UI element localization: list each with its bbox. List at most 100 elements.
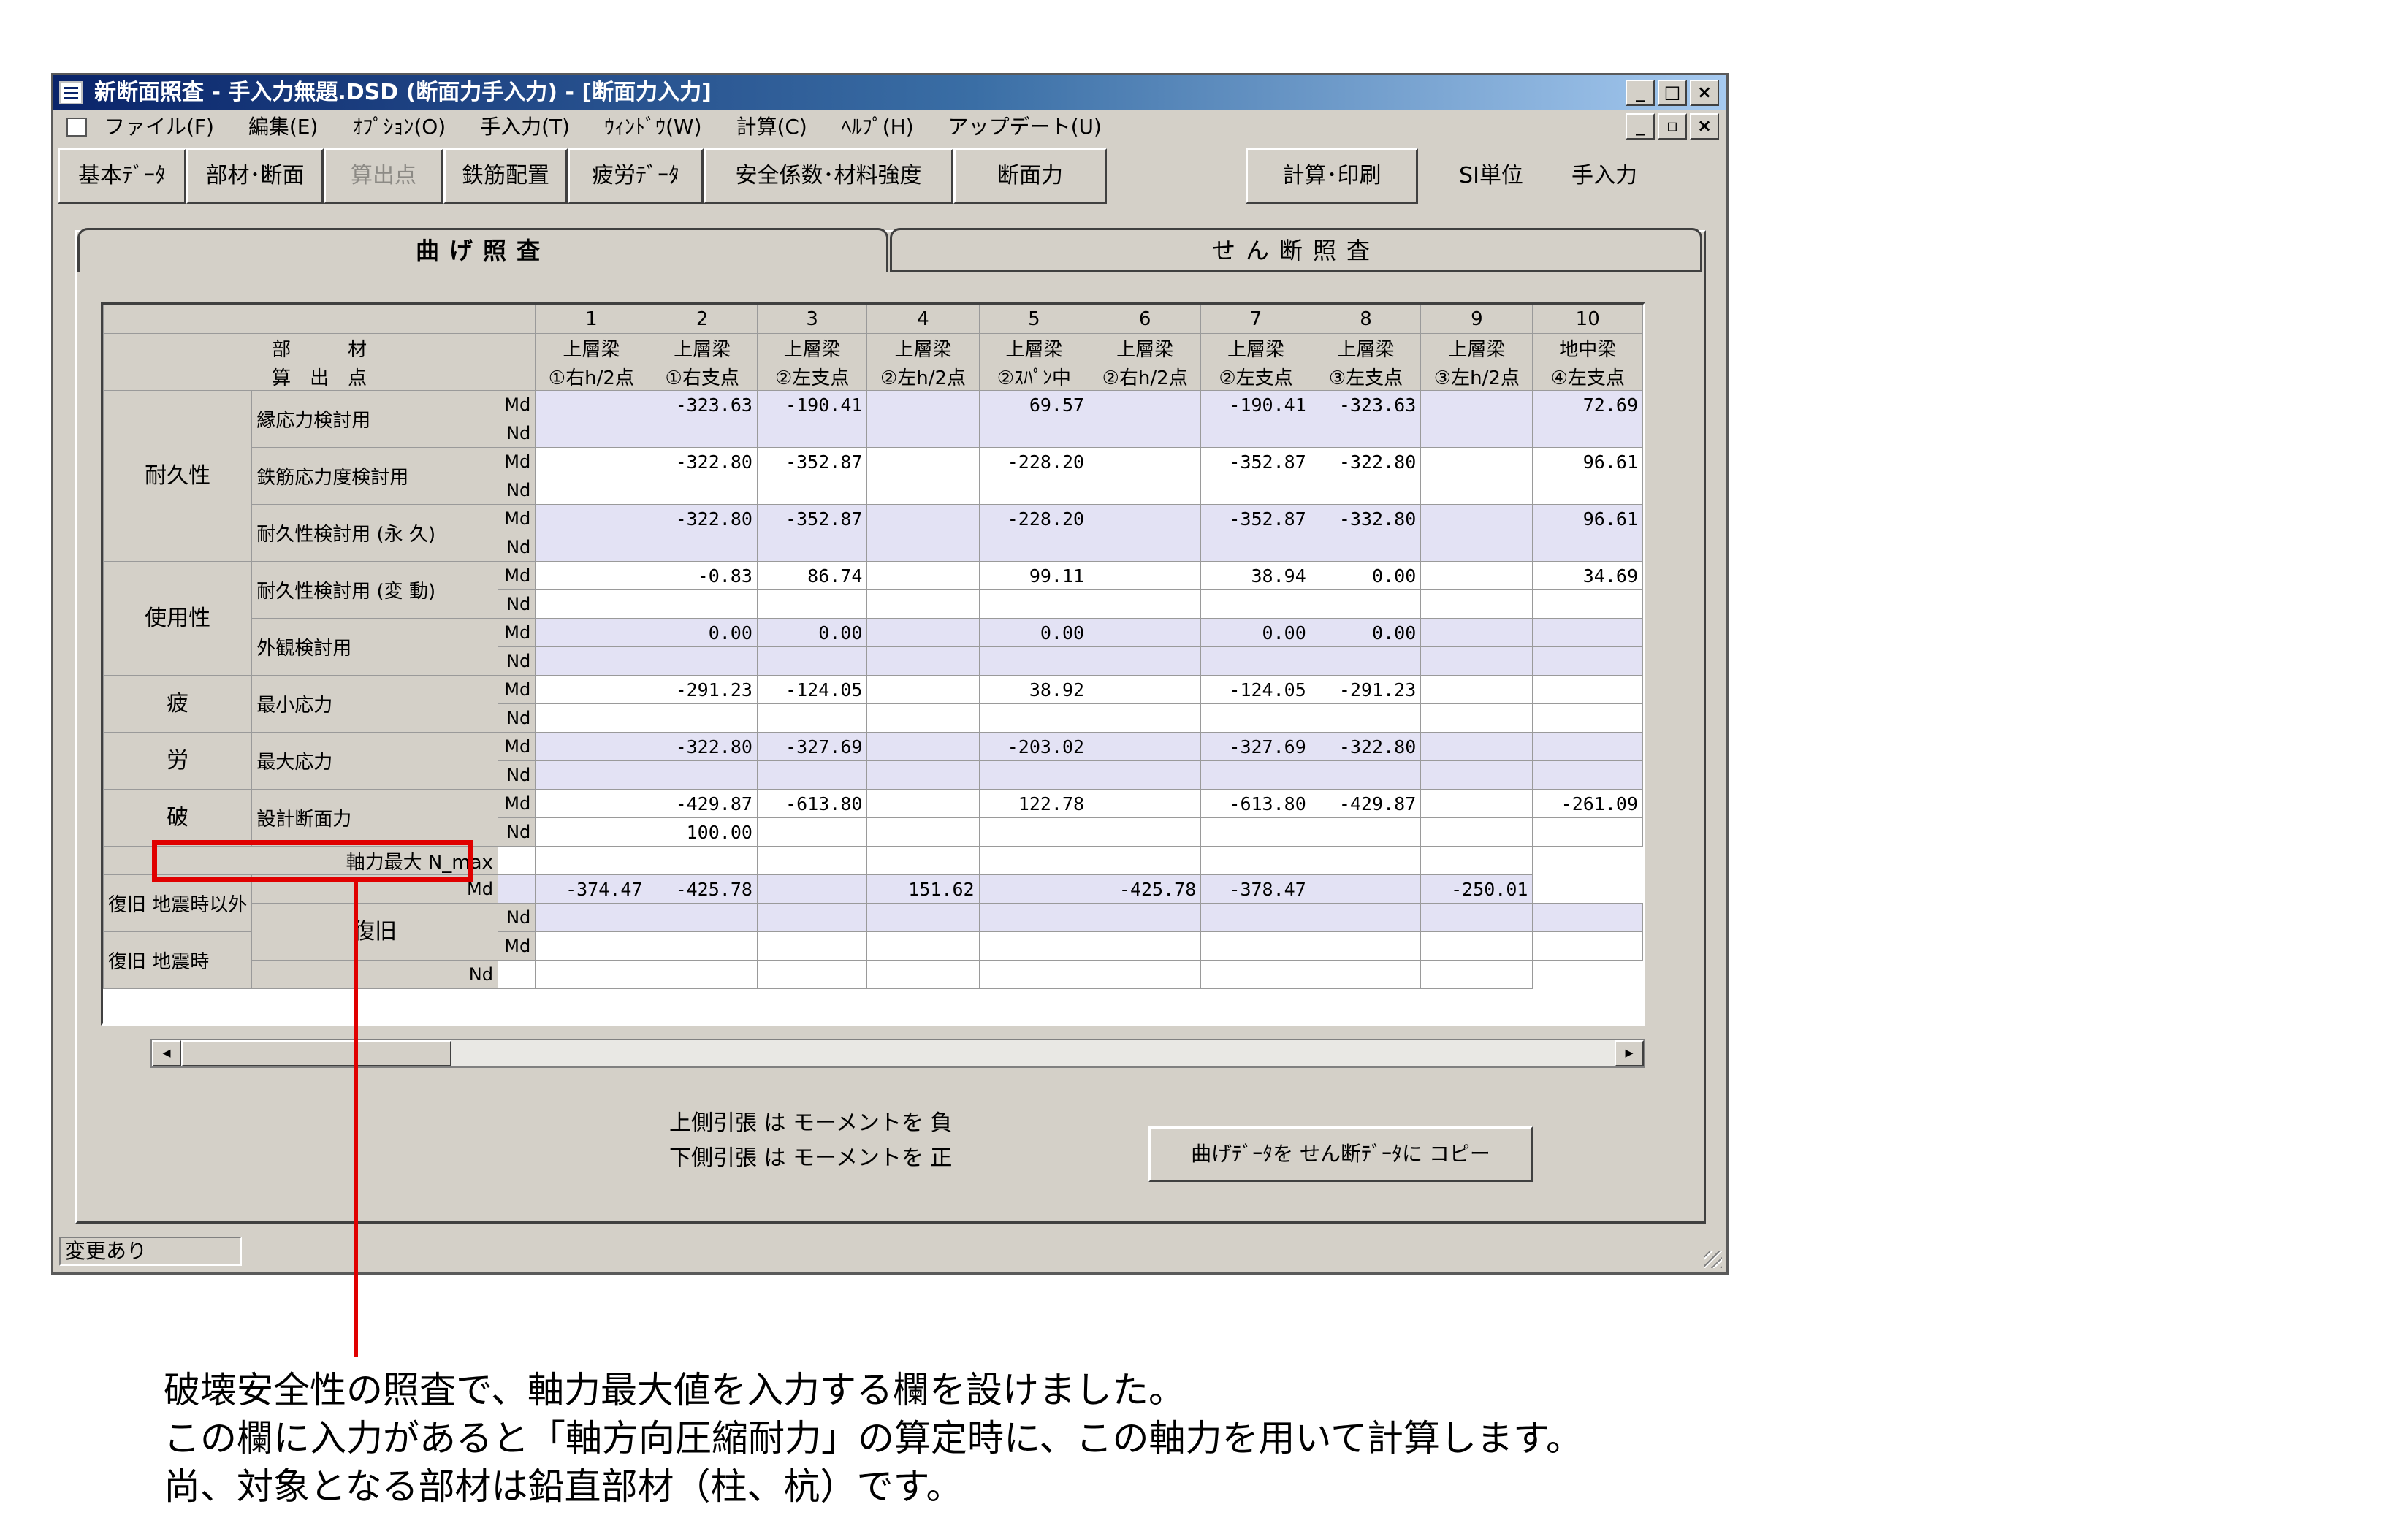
nd-cell[interactable] <box>535 760 648 790</box>
md-cell[interactable]: -352.87 <box>756 447 868 476</box>
safety-factor-button[interactable]: 安全係数･材料強度 <box>704 148 953 204</box>
md-cell[interactable]: -124.05 <box>756 675 868 704</box>
md-cell[interactable] <box>1420 390 1533 419</box>
nd-cell[interactable] <box>1310 817 1422 847</box>
nd-cell[interactable] <box>647 703 758 733</box>
nd-cell[interactable] <box>647 646 758 676</box>
nd-cell[interactable] <box>647 476 758 505</box>
nd-cell[interactable] <box>1532 646 1643 676</box>
md-cell[interactable]: -429.87 <box>647 789 758 818</box>
nd-cell[interactable] <box>1200 903 1311 932</box>
md-cell[interactable] <box>866 447 980 476</box>
nd-cell[interactable] <box>1420 703 1533 733</box>
md-cell[interactable] <box>866 675 980 704</box>
nd-cell[interactable] <box>866 419 980 448</box>
md-cell[interactable]: -190.41 <box>756 390 868 419</box>
md-cell[interactable]: -352.87 <box>1200 504 1311 533</box>
menu-update[interactable]: アップデート(U) <box>948 115 1102 139</box>
nd-cell[interactable] <box>647 589 758 619</box>
nd-cell[interactable] <box>866 903 980 932</box>
nd-cell[interactable] <box>1089 760 1202 790</box>
nd-cell[interactable] <box>1310 903 1422 932</box>
nd-cell[interactable] <box>535 960 648 989</box>
nd-cell[interactable] <box>1310 589 1422 619</box>
nd-cell[interactable] <box>1089 533 1202 562</box>
nd-cell[interactable] <box>1420 646 1533 676</box>
nmax-cell[interactable] <box>1310 846 1422 875</box>
md-cell[interactable]: 0.00 <box>978 618 1090 647</box>
md-cell[interactable]: -322.80 <box>1310 732 1422 761</box>
nd-cell[interactable] <box>1420 533 1533 562</box>
md-cell[interactable] <box>866 931 980 961</box>
nd-cell[interactable] <box>866 646 980 676</box>
scroll-right-icon[interactable]: ▸ <box>1615 1040 1644 1066</box>
nd-cell[interactable] <box>978 646 1090 676</box>
md-cell[interactable]: -203.02 <box>978 732 1090 761</box>
nd-cell[interactable] <box>756 703 868 733</box>
md-cell[interactable] <box>497 874 536 904</box>
nd-cell[interactable] <box>756 419 868 448</box>
scroll-left-icon[interactable]: ◂ <box>152 1040 181 1066</box>
md-cell[interactable]: -323.63 <box>1310 390 1422 419</box>
nd-cell[interactable] <box>1089 903 1202 932</box>
nd-cell[interactable] <box>866 817 980 847</box>
mdi-restore-button[interactable]: ▫ <box>1658 113 1687 140</box>
nd-cell[interactable] <box>1532 760 1643 790</box>
md-cell[interactable]: -228.20 <box>978 447 1090 476</box>
md-cell[interactable] <box>1200 931 1311 961</box>
maximize-button[interactable]: □ <box>1658 80 1687 106</box>
nd-cell[interactable] <box>866 960 980 989</box>
basic-data-button[interactable]: 基本ﾃﾞｰﾀ <box>58 148 186 204</box>
md-cell[interactable] <box>535 732 648 761</box>
md-cell[interactable]: -322.80 <box>647 504 758 533</box>
member-section-button[interactable]: 部材･断面 <box>186 148 324 204</box>
nd-cell[interactable] <box>978 817 1090 847</box>
nd-cell[interactable] <box>535 903 648 932</box>
nd-cell[interactable] <box>866 703 980 733</box>
md-cell[interactable] <box>1420 789 1533 818</box>
nd-cell[interactable] <box>756 476 868 505</box>
md-cell[interactable]: -291.23 <box>1310 675 1422 704</box>
md-cell[interactable]: -250.01 <box>1420 874 1533 904</box>
nd-cell[interactable] <box>1420 960 1533 989</box>
nd-cell[interactable] <box>978 476 1090 505</box>
md-cell[interactable] <box>1089 447 1202 476</box>
md-cell[interactable]: 122.78 <box>978 789 1090 818</box>
md-cell[interactable]: -352.87 <box>756 504 868 533</box>
nmax-cell[interactable] <box>535 846 648 875</box>
nd-cell[interactable] <box>647 960 758 989</box>
md-cell[interactable] <box>866 732 980 761</box>
nd-cell[interactable] <box>1420 476 1533 505</box>
menu-option[interactable]: ｵﾌﾟｼｮﾝ(O) <box>352 115 446 139</box>
md-cell[interactable] <box>1532 931 1643 961</box>
nd-cell[interactable] <box>1532 589 1643 619</box>
md-cell[interactable]: 86.74 <box>756 561 868 590</box>
nmax-cell[interactable] <box>647 846 758 875</box>
nd-cell[interactable] <box>1089 419 1202 448</box>
nd-cell[interactable] <box>1532 533 1643 562</box>
menu-edit[interactable]: 編集(E) <box>248 115 319 139</box>
nd-cell[interactable] <box>1532 703 1643 733</box>
md-cell[interactable]: -322.80 <box>647 447 758 476</box>
md-cell[interactable] <box>535 789 648 818</box>
tab-shear-check[interactable]: せん断照査 <box>890 228 1702 272</box>
md-cell[interactable] <box>866 561 980 590</box>
md-cell[interactable] <box>1420 447 1533 476</box>
md-cell[interactable] <box>1532 618 1643 647</box>
menu-manual-input[interactable]: 手入力(T) <box>480 115 570 139</box>
nd-cell[interactable] <box>1200 760 1311 790</box>
nd-cell[interactable] <box>978 703 1090 733</box>
nd-cell[interactable] <box>1532 476 1643 505</box>
md-cell[interactable]: -429.87 <box>1310 789 1422 818</box>
nmax-cell[interactable] <box>497 846 536 875</box>
md-cell[interactable]: -425.78 <box>647 874 758 904</box>
mdi-minimize-button[interactable]: _ <box>1626 113 1655 140</box>
nd-cell[interactable] <box>1532 903 1643 932</box>
close-button[interactable]: × <box>1690 80 1719 106</box>
nd-cell[interactable] <box>535 589 648 619</box>
md-cell[interactable]: -374.47 <box>535 874 648 904</box>
nd-cell[interactable] <box>1420 419 1533 448</box>
md-cell[interactable] <box>1310 931 1422 961</box>
nd-cell[interactable] <box>535 533 648 562</box>
md-cell[interactable]: 0.00 <box>1310 561 1422 590</box>
